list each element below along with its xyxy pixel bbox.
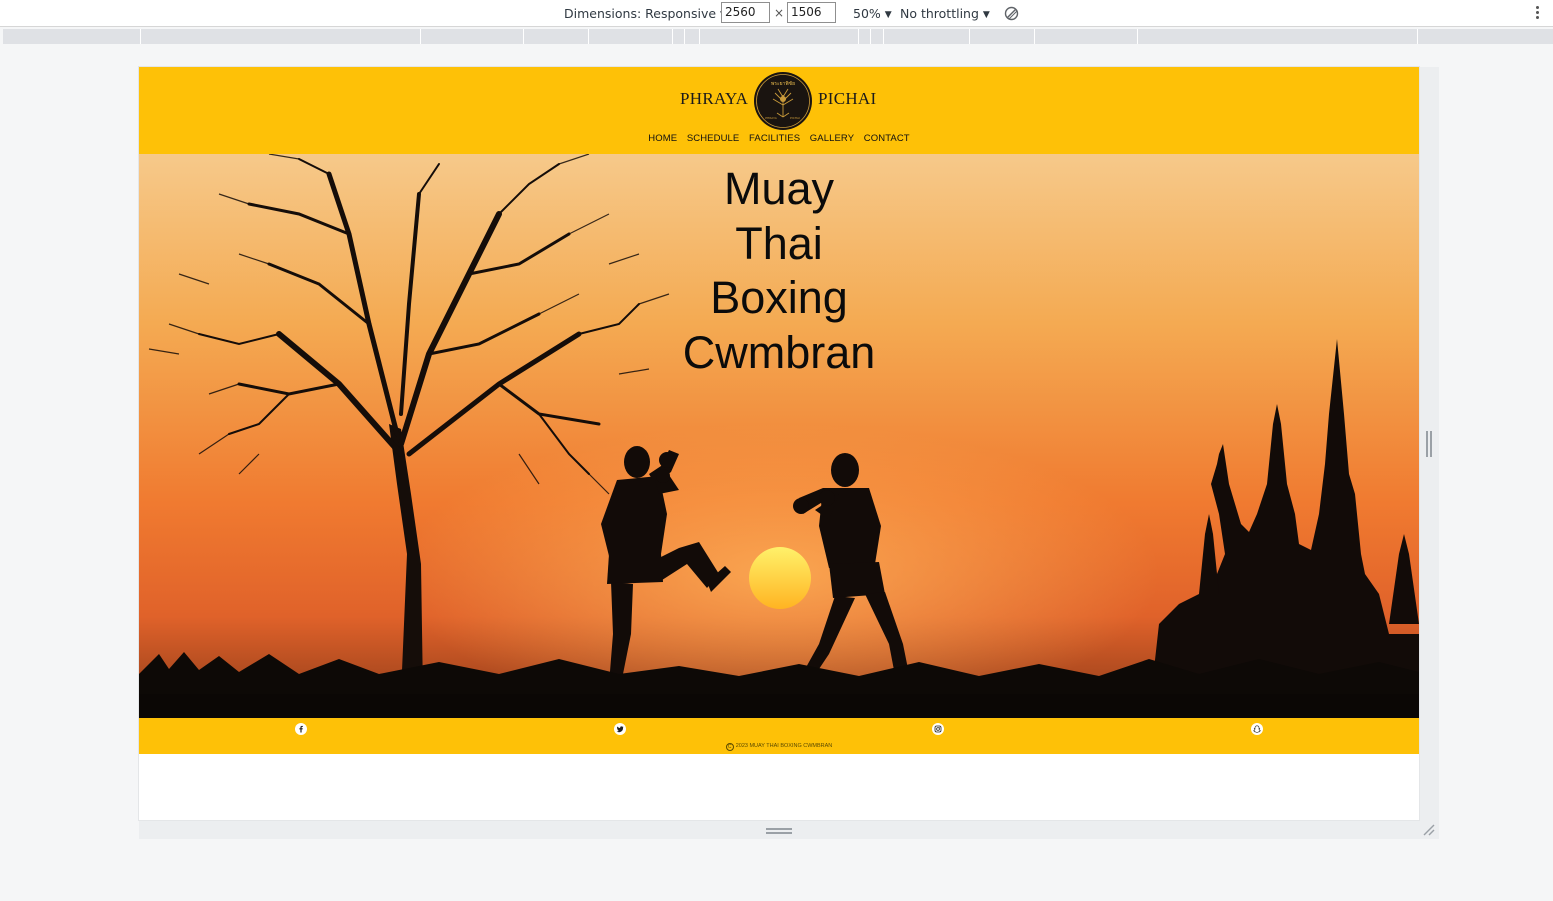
zoom-label: 50% bbox=[853, 6, 881, 21]
throttling-label: No throttling bbox=[900, 6, 979, 21]
copyright-label: 2023 MUAY THAI BOXING CWMBRAN bbox=[735, 743, 833, 749]
chevron-down-icon: ▼ bbox=[884, 10, 892, 20]
times-sign: × bbox=[774, 6, 785, 20]
snapchat-icon[interactable] bbox=[1251, 723, 1263, 735]
nav-item-gallery[interactable]: GALLERY bbox=[810, 133, 854, 144]
hero-title-line: Thai bbox=[735, 217, 823, 269]
main-nav: HOME SCHEDULE FACILITIES GALLERY CONTACT bbox=[139, 133, 1419, 144]
nav-item-facilities[interactable]: FACILITIES bbox=[749, 133, 800, 144]
dimensions-label: Dimensions: Responsive bbox=[564, 6, 717, 21]
copyright-text: C 2023 MUAY THAI BOXING CWMBRAN bbox=[139, 743, 1419, 751]
throttling-dropdown[interactable]: No throttling ▼ bbox=[900, 4, 990, 23]
dimensions-dropdown[interactable]: Dimensions: Responsive▼ bbox=[564, 4, 727, 23]
twitter-icon[interactable] bbox=[614, 723, 626, 735]
brand-name-left: PHRAYA bbox=[680, 89, 749, 108]
resize-handle-right[interactable] bbox=[1426, 431, 1432, 457]
svg-text:พระยาพิชัย: พระยาพิชัย bbox=[771, 80, 795, 87]
hero-title-line: Cwmbran bbox=[682, 326, 876, 378]
nav-item-home[interactable]: HOME bbox=[648, 133, 677, 144]
brand-name-right: PICHAI bbox=[818, 89, 877, 108]
rotate-icon[interactable] bbox=[1003, 5, 1020, 22]
height-input[interactable]: 1506 bbox=[787, 2, 836, 23]
site-header: PHRAYA พระยาพิชัย PHRAYA PICHAI PICHAI H… bbox=[139, 67, 1419, 154]
hero-title-line: Boxing bbox=[710, 272, 848, 323]
chevron-down-icon: ▼ bbox=[982, 10, 990, 20]
instagram-icon[interactable] bbox=[932, 723, 944, 735]
zoom-dropdown[interactable]: 50% ▼ bbox=[853, 4, 892, 23]
more-vertical-icon[interactable] bbox=[1533, 5, 1541, 21]
hero-title-line: Muay bbox=[723, 163, 835, 214]
copyright-icon: C bbox=[725, 743, 734, 751]
device-viewport: PHRAYA พระยาพิชัย PHRAYA PICHAI PICHAI H… bbox=[139, 67, 1419, 820]
hero-title: Muay Thai Boxing Cwmbran bbox=[579, 162, 979, 380]
logo[interactable]: พระยาพิชัย PHRAYA PICHAI bbox=[753, 71, 813, 131]
hero-banner: Muay Thai Boxing Cwmbran bbox=[139, 154, 1419, 718]
site-footer: C 2023 MUAY THAI BOXING CWMBRAN bbox=[139, 718, 1419, 754]
svg-text:PHRAYA: PHRAYA bbox=[765, 116, 777, 120]
width-input[interactable]: 2560 bbox=[721, 2, 770, 23]
facebook-icon[interactable] bbox=[295, 723, 307, 735]
sun bbox=[749, 547, 811, 609]
svg-text:PICHAI: PICHAI bbox=[790, 116, 800, 120]
media-query-bar[interactable] bbox=[3, 29, 1553, 44]
nav-item-schedule[interactable]: SCHEDULE bbox=[687, 133, 740, 144]
resize-handle-corner-icon[interactable] bbox=[1422, 823, 1436, 837]
devtools-device-toolbar: Dimensions: Responsive▼ 2560 × 1506 50%▼… bbox=[0, 0, 1553, 27]
resize-handle-bottom[interactable] bbox=[766, 828, 792, 834]
nav-item-contact[interactable]: CONTACT bbox=[864, 133, 910, 144]
